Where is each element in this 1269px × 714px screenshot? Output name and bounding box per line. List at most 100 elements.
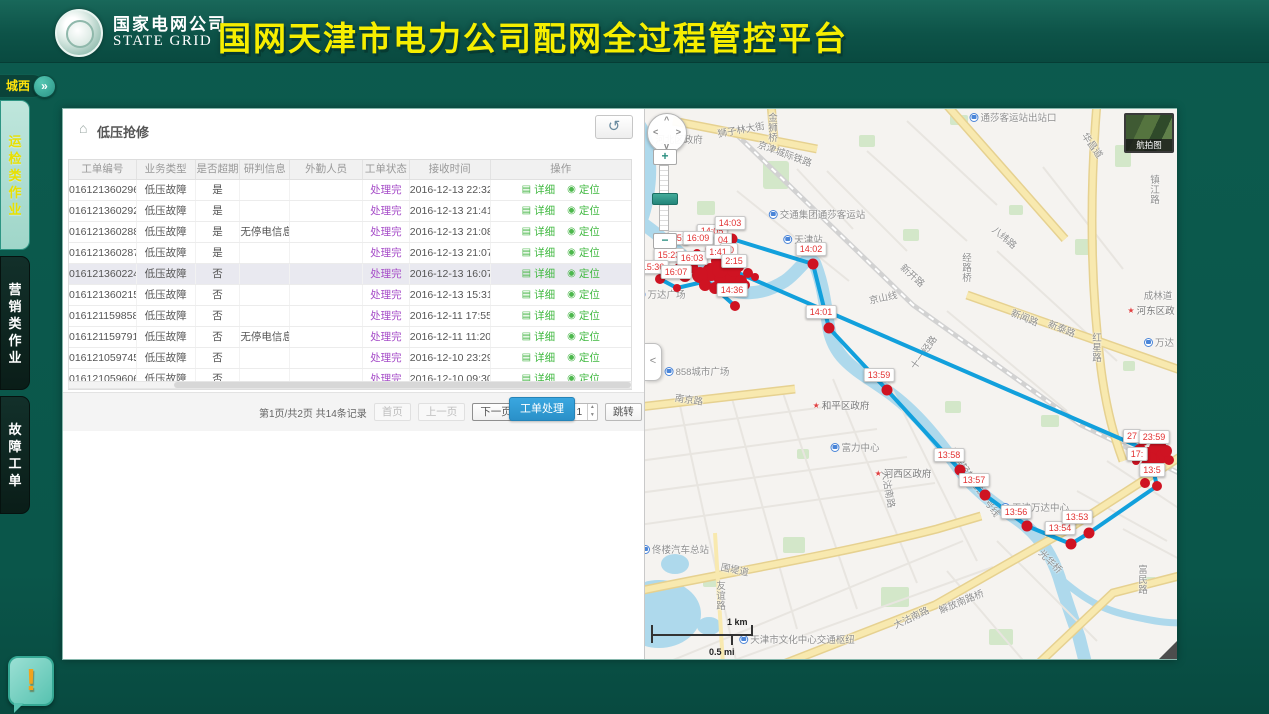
- map-panel[interactable]: 河北区政府狮子林大街金狮桥京津城际铁路通莎客运站出站口华昌道镇江路交通集团通莎客…: [644, 109, 1177, 659]
- track-dot[interactable]: [1132, 457, 1140, 465]
- track-dot[interactable]: [740, 280, 750, 290]
- detail-link[interactable]: ▤详细: [522, 306, 555, 326]
- column-header: 业务类型: [137, 160, 196, 179]
- aerial-view-toggle[interactable]: 航拍图: [1124, 113, 1174, 153]
- locate-link[interactable]: ◉定位: [567, 348, 600, 368]
- map-pan-control[interactable]: ^ v < >: [647, 113, 687, 153]
- table-row[interactable]: 016121360296451低压故障是处理完2016-12-13 22:32:…: [69, 180, 631, 201]
- sidebar-tab-marketing[interactable]: 营销类作业: [0, 256, 30, 390]
- row-actions: ▤详细 ◉定位: [491, 306, 632, 326]
- detail-link-icon: ▤: [522, 348, 531, 368]
- back-button[interactable]: ↺: [595, 115, 633, 139]
- track-line: [732, 239, 1157, 544]
- receive-time: 2016-12-10 23:29:39: [410, 348, 491, 368]
- order-type: 低压故障: [137, 306, 196, 326]
- detail-link[interactable]: ▤详细: [522, 285, 555, 305]
- locate-link-icon: ◉: [567, 201, 576, 221]
- track-point[interactable]: [808, 259, 819, 270]
- state-grid-emblem-icon: [55, 9, 103, 57]
- track-dot[interactable]: [1138, 436, 1148, 446]
- track-point[interactable]: [727, 234, 738, 245]
- region-tab[interactable]: 城西 »: [0, 75, 56, 97]
- track-point[interactable]: [824, 323, 835, 334]
- field-staff: [290, 348, 363, 368]
- detail-link[interactable]: ▤详细: [522, 348, 555, 368]
- track-dot[interactable]: [1140, 478, 1150, 488]
- track-dot[interactable]: [721, 282, 733, 294]
- locate-link[interactable]: ◉定位: [567, 264, 600, 284]
- track-dot[interactable]: [730, 301, 740, 311]
- track-dot[interactable]: [712, 262, 728, 278]
- overdue-flag: 否: [196, 348, 241, 368]
- stepper-arrows[interactable]: ▲▼: [587, 404, 597, 420]
- track-point[interactable]: [1084, 528, 1095, 539]
- map-resize-handle-icon[interactable]: [1159, 641, 1177, 659]
- table-row[interactable]: 016121159791806低压故障否无停电信息处理完2016-12-11 1…: [69, 327, 631, 348]
- order-status: 处理完: [363, 264, 410, 284]
- alert-button[interactable]: !: [8, 656, 54, 706]
- table-row[interactable]: 016121360287611低压故障是处理完2016-12-13 21:07:…: [69, 243, 631, 264]
- detail-link-icon: ▤: [522, 222, 531, 242]
- zoom-in-button[interactable]: +: [653, 149, 677, 165]
- detail-link[interactable]: ▤详细: [522, 243, 555, 263]
- table-row[interactable]: 016121159858133低压故障否处理完2016-12-11 17:55:…: [69, 306, 631, 327]
- locate-link[interactable]: ◉定位: [567, 201, 600, 221]
- table-row[interactable]: 016121360215844低压故障否处理完2016-12-13 15:31:…: [69, 285, 631, 306]
- detail-link[interactable]: ▤详细: [522, 327, 555, 347]
- locate-link-icon: ◉: [567, 327, 576, 347]
- detail-link[interactable]: ▤详细: [522, 222, 555, 242]
- track-dot[interactable]: [751, 273, 759, 281]
- track-point[interactable]: [1066, 539, 1077, 550]
- pan-left-icon[interactable]: <: [653, 127, 658, 137]
- stepper-down-icon[interactable]: ▼: [588, 412, 597, 420]
- table-row[interactable]: 016121360288108低压故障是无停电信息处理完2016-12-13 2…: [69, 222, 631, 243]
- worklist-table-body: 016121360296451低压故障是处理完2016-12-13 22:32:…: [69, 180, 631, 389]
- zoom-slider-thumb[interactable]: [652, 193, 678, 205]
- order-id: 016121360296451: [69, 180, 137, 200]
- field-staff: [290, 222, 363, 242]
- pagination-prev-button[interactable]: 上一页: [418, 403, 466, 421]
- detail-link[interactable]: ▤详细: [522, 264, 555, 284]
- detail-link[interactable]: ▤详细: [522, 201, 555, 221]
- track-dot[interactable]: [727, 263, 741, 277]
- locate-link-icon: ◉: [567, 243, 576, 263]
- panel-collapse-handle[interactable]: <: [645, 343, 662, 381]
- overdue-flag: 否: [196, 306, 241, 326]
- track-dot[interactable]: [673, 284, 681, 292]
- track-point[interactable]: [882, 385, 893, 396]
- pagination-jump-button[interactable]: 跳转: [605, 403, 642, 421]
- locate-link[interactable]: ◉定位: [567, 285, 600, 305]
- track-point[interactable]: [980, 490, 991, 501]
- sidebar-tab-fault-orders[interactable]: 故障工单: [0, 396, 30, 514]
- track-dot[interactable]: [1160, 445, 1172, 457]
- track-dot[interactable]: [693, 249, 701, 257]
- track-point[interactable]: [1022, 521, 1033, 532]
- pan-right-icon[interactable]: >: [676, 127, 681, 137]
- sidebar-tab-operation-inspection[interactable]: 运检类作业: [0, 100, 30, 250]
- table-row[interactable]: 016121360224419低压故障否处理完2016-12-13 16:07:…: [69, 264, 631, 285]
- horizontal-scrollbar[interactable]: [68, 381, 632, 389]
- pan-up-icon[interactable]: ^: [664, 115, 669, 125]
- zoom-out-button[interactable]: −: [653, 233, 677, 249]
- track-point[interactable]: [955, 465, 966, 476]
- expand-chevrons-icon[interactable]: »: [33, 75, 56, 98]
- process-order-button[interactable]: 工单处理: [509, 397, 575, 421]
- locate-link[interactable]: ◉定位: [567, 243, 600, 263]
- order-type: 低压故障: [137, 222, 196, 242]
- table-row[interactable]: 016121059745593低压故障否处理完2016-12-10 23:29:…: [69, 348, 631, 369]
- track-point[interactable]: [1146, 453, 1157, 464]
- table-row[interactable]: 016121360292054低压故障是处理完2016-12-13 21:41:…: [69, 201, 631, 222]
- locate-link[interactable]: ◉定位: [567, 306, 600, 326]
- track-dot[interactable]: [674, 263, 684, 273]
- locate-link[interactable]: ◉定位: [567, 222, 600, 242]
- locate-link[interactable]: ◉定位: [567, 180, 600, 200]
- track-dot[interactable]: [709, 282, 721, 294]
- track-dot[interactable]: [1152, 481, 1162, 491]
- stepper-up-icon[interactable]: ▲: [588, 404, 597, 412]
- track-dot[interactable]: [655, 274, 665, 284]
- pagination-first-button[interactable]: 首页: [374, 403, 411, 421]
- detail-link[interactable]: ▤详细: [522, 180, 555, 200]
- track-dot[interactable]: [705, 245, 713, 253]
- locate-link[interactable]: ◉定位: [567, 327, 600, 347]
- scrollbar-thumb[interactable]: [174, 382, 631, 388]
